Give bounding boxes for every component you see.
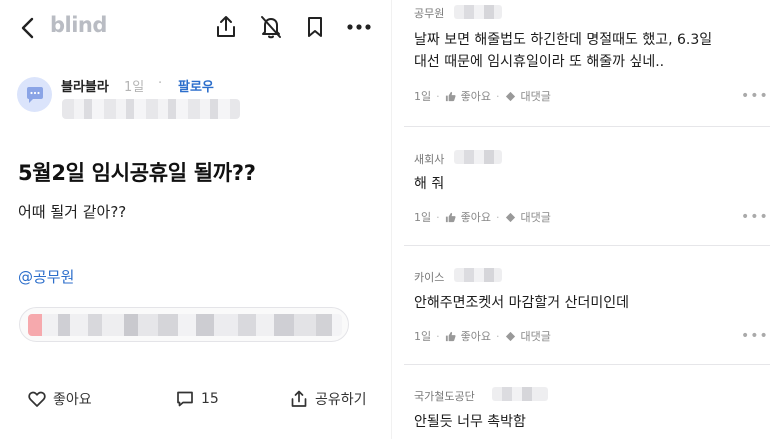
comment-reply-button[interactable]: 대댓글 <box>521 209 551 225</box>
thumbs-up-icon[interactable] <box>445 212 456 223</box>
chat-bubble-icon <box>26 86 43 103</box>
share-label: 공유하기 <box>315 392 367 408</box>
heart-icon <box>28 391 46 407</box>
share-button[interactable]: 공유하기 <box>289 389 367 409</box>
comment-text: 해 줘 <box>414 176 445 192</box>
comment-like-button[interactable]: 좋아요 <box>461 209 491 225</box>
comment-more-icon[interactable]: ••• <box>741 328 769 344</box>
thumbs-up-icon[interactable] <box>445 331 456 342</box>
comment-text: 안될듯 너무 촉박함 <box>414 414 526 430</box>
avatar[interactable] <box>17 77 52 112</box>
comment-reply-button[interactable]: 대댓글 <box>521 328 551 344</box>
link-preview-blurred <box>28 314 342 336</box>
comment-item: 국가철도공단 안될듯 너무 촉박함 <box>392 365 780 439</box>
comment-more-icon[interactable]: ••• <box>741 209 769 225</box>
separator-dot: · <box>158 76 163 91</box>
comment-text: 날짜 보면 해줄법도 하긴한데 명절때도 했고, 6.3일 대선 때문에 임시휴… <box>414 32 713 70</box>
post-time: 1일 <box>124 80 145 95</box>
share-icon[interactable] <box>213 14 239 40</box>
comment-item: 카이스 안해주면조켓서 마감할거 산더미인데 1일 · 좋아요 · 대댓글 ••… <box>392 246 780 362</box>
comment-author[interactable]: 카이스 <box>414 269 444 285</box>
channel-tag[interactable]: @공무원 <box>18 266 74 287</box>
comment-author-blurred <box>454 150 502 164</box>
comments-panel: 공무원 날짜 보면 해줄법도 하긴한데 명절때도 했고, 6.3일 대선 때문에… <box>391 0 780 439</box>
comment-time: 1일 <box>414 211 432 224</box>
comment-meta: 1일 · 좋아요 · 대댓글 <box>414 88 551 104</box>
thumbs-up-icon[interactable] <box>445 91 456 102</box>
comment-meta: 1일 · 좋아요 · 대댓글 <box>414 209 551 225</box>
top-bar: blind <box>0 10 391 46</box>
comment-like-button[interactable]: 좋아요 <box>461 328 491 344</box>
comment-icon <box>177 391 193 407</box>
share-icon <box>291 390 307 407</box>
comment-item: 공무원 날짜 보면 해줄법도 하긴한데 명절때도 했고, 6.3일 대선 때문에… <box>392 0 780 124</box>
reply-icon[interactable] <box>505 91 516 102</box>
post-body: 어때 될거 같아?? <box>18 203 127 221</box>
link-preview[interactable] <box>19 307 349 342</box>
comment-more-icon[interactable]: ••• <box>741 88 769 104</box>
bookmark-icon[interactable] <box>302 14 328 40</box>
comment-time: 1일 <box>414 330 432 343</box>
comment-count: 15 <box>201 391 219 407</box>
comment-author[interactable]: 국가철도공단 <box>414 388 475 404</box>
like-label: 좋아요 <box>53 392 92 408</box>
post-panel: blind 블라블라 1일 · 팔로우 5월2일 임시공휴일 될까?? 어때 될… <box>0 0 391 439</box>
comment-reply-button[interactable]: 대댓글 <box>521 88 551 104</box>
comment-meta: 1일 · 좋아요 · 대댓글 <box>414 328 551 344</box>
author-name[interactable]: 블라블라 <box>61 76 109 95</box>
comment-author-blurred <box>454 5 502 19</box>
author-company-blurred <box>62 99 240 119</box>
comment-item: 새회사 해 줘 1일 · 좋아요 · 대댓글 ••• <box>392 127 780 247</box>
comment-author-blurred <box>492 387 548 401</box>
more-icon[interactable] <box>346 14 372 40</box>
like-button[interactable]: 좋아요 <box>27 389 92 409</box>
reply-icon[interactable] <box>505 212 516 223</box>
comment-time: 1일 <box>414 90 432 103</box>
comment-author[interactable]: 새회사 <box>414 151 444 167</box>
bell-off-icon[interactable] <box>258 14 284 40</box>
comment-text: 안해주면조켓서 마감할거 산더미인데 <box>414 295 629 311</box>
comment-author-blurred <box>454 268 502 282</box>
follow-button[interactable]: 팔로우 <box>178 76 214 95</box>
post-title: 5월2일 임시공휴일 될까?? <box>18 161 256 185</box>
reply-icon[interactable] <box>505 331 516 342</box>
app-logo[interactable]: blind <box>50 13 107 37</box>
back-arrow-icon[interactable] <box>18 16 40 40</box>
comment-button[interactable]: 15 <box>175 389 219 409</box>
comment-author[interactable]: 공무원 <box>414 5 444 21</box>
comment-like-button[interactable]: 좋아요 <box>461 88 491 104</box>
